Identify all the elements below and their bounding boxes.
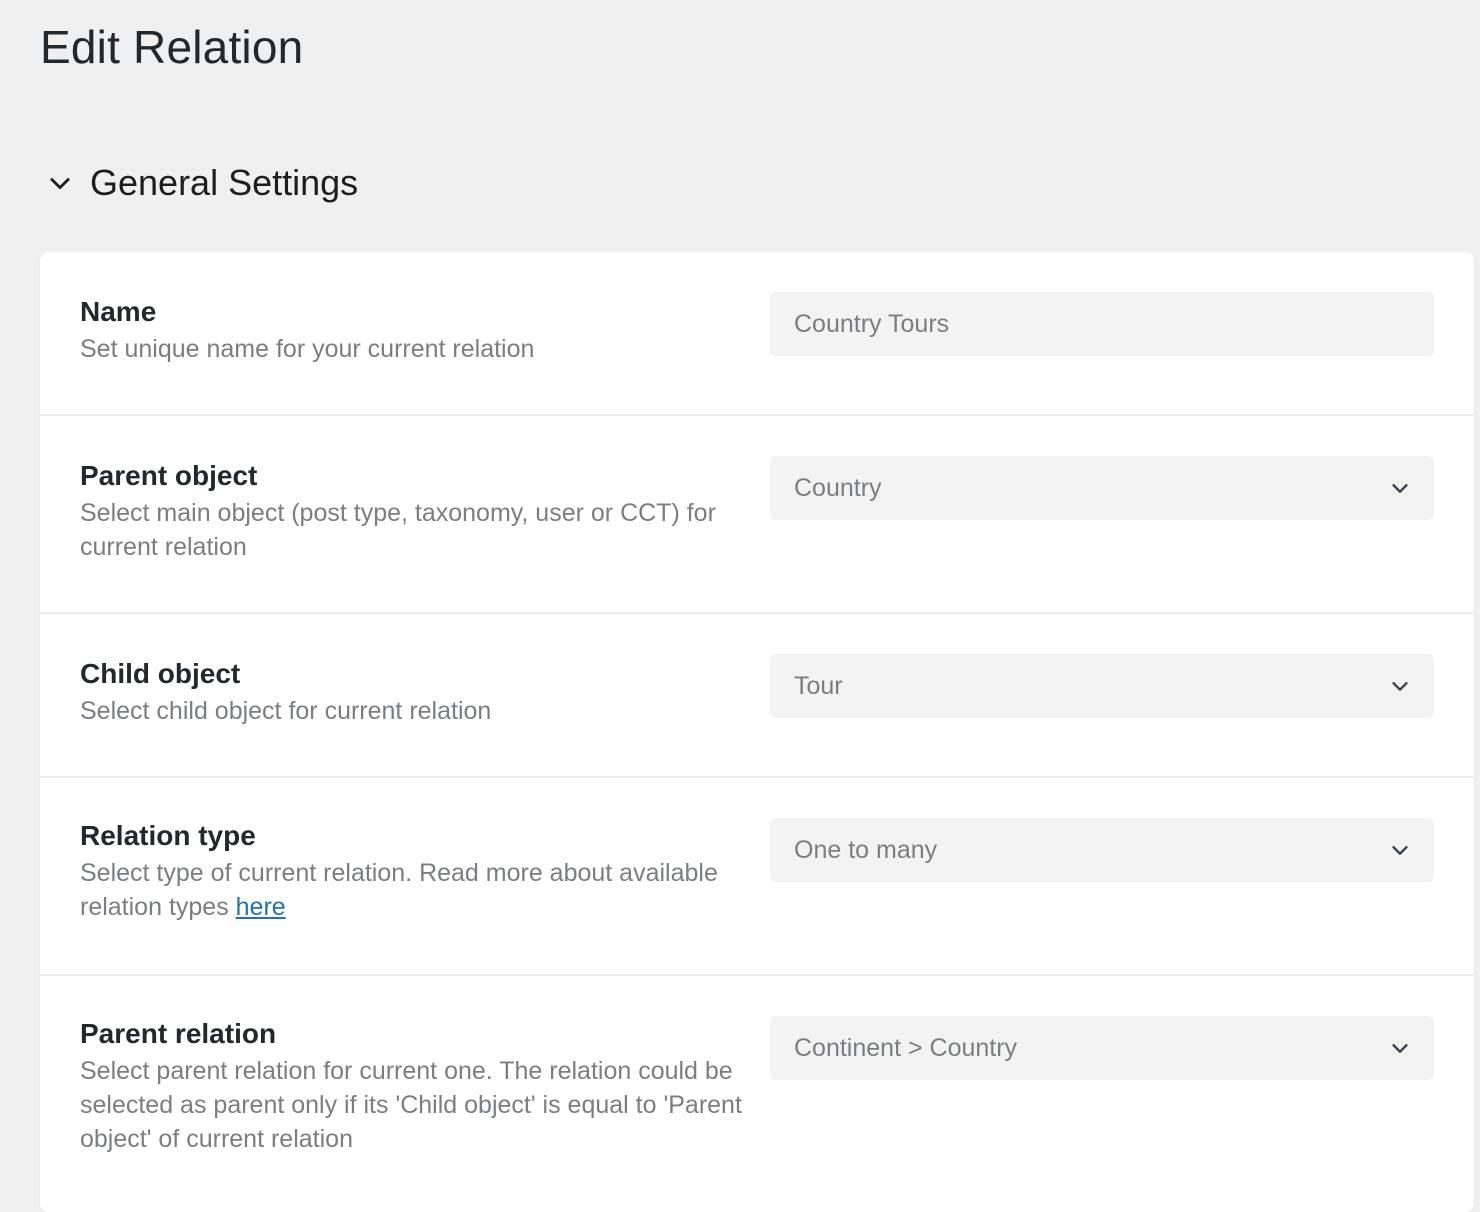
child-object-label: Child object xyxy=(80,658,241,689)
chevron-down-icon xyxy=(1388,674,1412,698)
parent-object-row: Parent object Select main object (post t… xyxy=(40,416,1474,614)
parent-object-description: Select main object (post type, taxonomy,… xyxy=(80,499,716,561)
chevron-down-icon xyxy=(1388,838,1412,862)
relation-types-help-link[interactable]: here xyxy=(236,893,286,921)
relation-type-description-text: Select type of current relation. Read mo… xyxy=(80,859,718,921)
chevron-down-icon xyxy=(1388,476,1412,500)
parent-relation-label: Parent relation xyxy=(80,1018,277,1049)
child-object-select[interactable]: Tour xyxy=(770,654,1434,718)
child-object-row: Child object Select child object for cur… xyxy=(40,614,1474,778)
settings-card: Name Set unique name for your current re… xyxy=(40,252,1474,1212)
parent-relation-select[interactable]: Continent > Country xyxy=(770,1016,1434,1080)
parent-relation-select-value: Continent > Country xyxy=(794,1033,1018,1062)
parent-relation-description: Select parent relation for current one. … xyxy=(80,1057,742,1153)
parent-relation-label-group: Parent relation Select parent relation f… xyxy=(80,1016,750,1156)
child-object-label-group: Child object Select child object for cur… xyxy=(80,656,750,728)
section-title: General Settings xyxy=(90,162,359,203)
parent-object-select[interactable]: Country xyxy=(770,456,1434,520)
child-object-select-value: Tour xyxy=(794,671,843,700)
parent-relation-row: Parent relation Select parent relation f… xyxy=(40,976,1474,1212)
name-label-group: Name Set unique name for your current re… xyxy=(80,294,750,366)
relation-type-row: Relation type Select type of current rel… xyxy=(40,778,1474,976)
relation-type-select-value: One to many xyxy=(794,835,938,864)
name-label: Name xyxy=(80,296,157,327)
chevron-down-icon xyxy=(1388,1036,1412,1060)
name-description: Set unique name for your current relatio… xyxy=(80,335,535,363)
relation-type-description: Select type of current relation. Read mo… xyxy=(80,856,750,924)
name-input[interactable]: Country Tours xyxy=(770,292,1434,356)
name-row: Name Set unique name for your current re… xyxy=(40,252,1474,416)
general-settings-toggle[interactable]: General Settings xyxy=(44,160,358,206)
relation-type-label: Relation type xyxy=(80,820,256,851)
relation-type-label-group: Relation type Select type of current rel… xyxy=(80,818,750,924)
page-title: Edit Relation xyxy=(40,21,304,73)
name-input-value: Country Tours xyxy=(794,309,950,338)
relation-type-select[interactable]: One to many xyxy=(770,818,1434,882)
chevron-down-icon xyxy=(44,167,76,199)
parent-object-select-value: Country xyxy=(794,473,882,502)
parent-object-label-group: Parent object Select main object (post t… xyxy=(80,458,750,564)
child-object-description: Select child object for current relation xyxy=(80,697,492,725)
parent-object-label: Parent object xyxy=(80,460,258,491)
